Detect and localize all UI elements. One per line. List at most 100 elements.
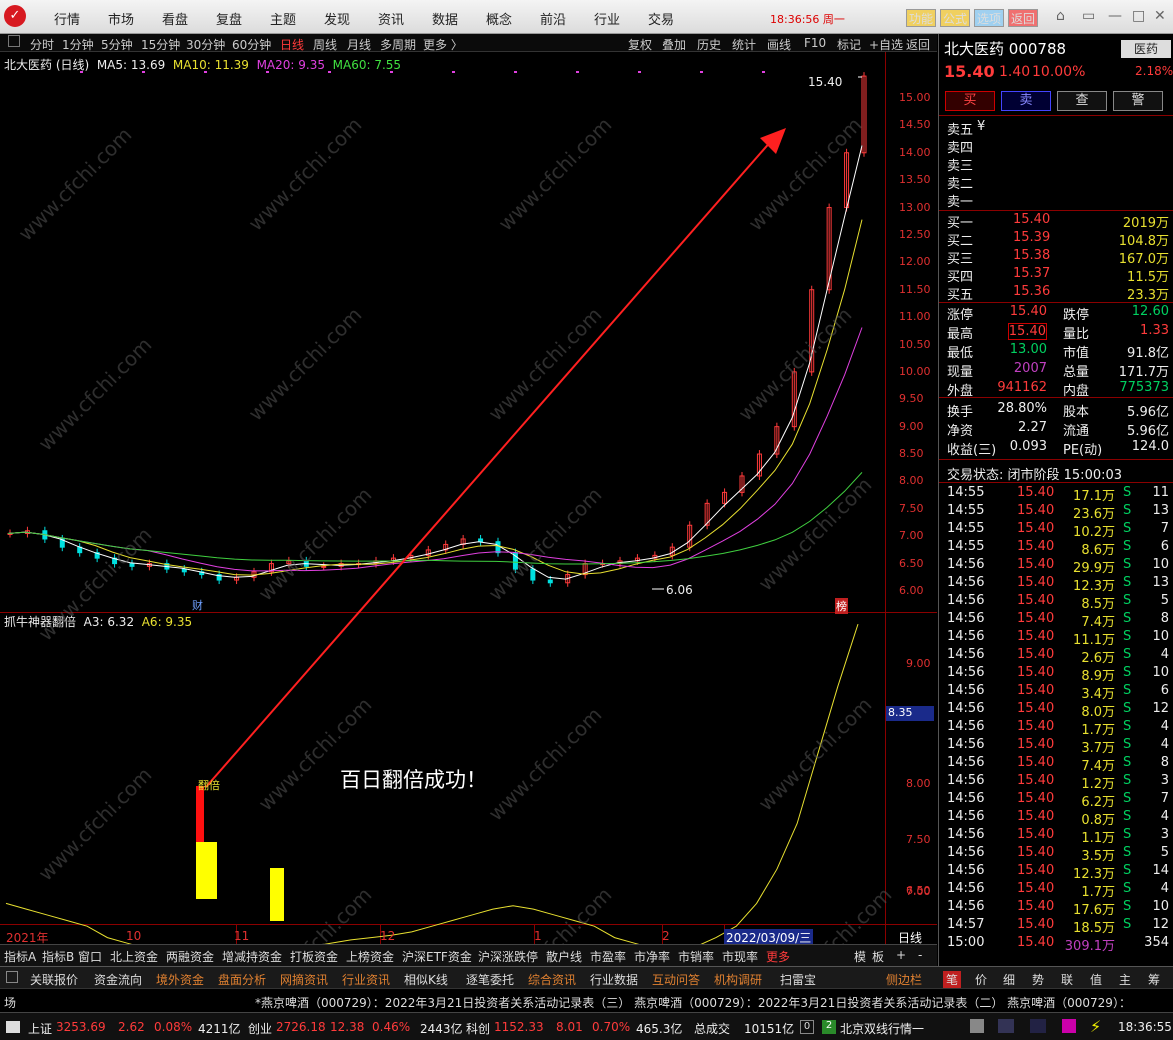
menu-item[interactable]: 行业 <box>594 9 620 28</box>
tool-1[interactable]: 叠加 <box>662 36 686 53</box>
info-tab-10[interactable]: 互动问答 <box>652 971 700 988</box>
period-0[interactable]: 分时 <box>30 36 54 53</box>
tab-right-1[interactable]: 板 <box>872 948 884 965</box>
tab-4[interactable]: 两融资金 <box>166 948 214 965</box>
tab-10[interactable]: 散户线 <box>546 948 582 965</box>
panel-tab-6[interactable]: 主 <box>1119 971 1131 988</box>
menu-item[interactable]: 复盘 <box>216 9 242 28</box>
tab-right-2[interactable]: + <box>896 948 906 962</box>
period-4[interactable]: 30分钟 <box>186 36 225 53</box>
period-10[interactable]: 更多 〉 <box>423 36 463 53</box>
tool-3[interactable]: 统计 <box>732 36 756 53</box>
menu-item[interactable]: 发现 <box>324 9 350 28</box>
info-tab-5[interactable]: 行业资讯 <box>342 971 390 988</box>
tab-7[interactable]: 上榜资金 <box>346 948 394 965</box>
menu-item[interactable]: 市场 <box>108 9 134 28</box>
doc-icon[interactable] <box>6 1021 20 1033</box>
tab-3[interactable]: 北上资金 <box>110 948 158 965</box>
info-tab-12[interactable]: 扫雷宝 <box>780 971 816 988</box>
menu-item[interactable]: 看盘 <box>162 9 188 28</box>
info-tab-9[interactable]: 行业数据 <box>590 971 638 988</box>
menu-item[interactable]: 资讯 <box>378 9 404 28</box>
sh-label[interactable]: 上证 <box>28 1020 52 1037</box>
tab-1[interactable]: 指标B <box>42 948 74 965</box>
kc-label[interactable]: 科创 <box>466 1020 490 1037</box>
tool-0[interactable]: 复权 <box>628 36 652 53</box>
tab-9[interactable]: 沪深涨跌停 <box>478 948 538 965</box>
menu-item[interactable]: 交易 <box>648 9 674 28</box>
tool-7[interactable]: +自选 <box>869 36 903 53</box>
tab-11[interactable]: 市盈率 <box>590 948 626 965</box>
ticker-text[interactable]: *燕京啤酒（000729）：2022年3月21日投资者关系活动记录表（三） 燕京… <box>255 994 1131 1011</box>
options-button[interactable]: 选项 <box>974 9 1005 27</box>
bid-row[interactable]: 买二 15.39 104.8万 <box>947 230 1169 249</box>
info-tab-6[interactable]: 相似K线 <box>404 971 448 988</box>
panel-tab-3[interactable]: 势 <box>1032 971 1044 988</box>
app-logo-icon[interactable]: ✓ <box>4 5 26 27</box>
collapse-icon[interactable] <box>8 35 20 47</box>
buy-button[interactable]: 买 <box>945 91 995 111</box>
tab-13[interactable]: 市销率 <box>678 948 714 965</box>
restore-icon[interactable]: ▭ <box>1082 8 1095 24</box>
panel-tab-1[interactable]: 价 <box>975 971 987 988</box>
panel-tab-4[interactable]: 联 <box>1061 971 1073 988</box>
menu-item[interactable]: 概念 <box>486 9 512 28</box>
tool-4[interactable]: 画线 <box>767 36 791 53</box>
info-tab-3[interactable]: 盘面分析 <box>218 971 266 988</box>
tab-8[interactable]: 沪深ETF资金 <box>402 948 472 965</box>
sidebar-toggle[interactable]: 侧边栏 <box>886 971 922 988</box>
info-tab-2[interactable]: 境外资金 <box>156 971 204 988</box>
sector-button[interactable]: 医药 <box>1121 40 1171 58</box>
tab-right-3[interactable]: - <box>918 948 922 962</box>
tab-5[interactable]: 增减持资金 <box>222 948 282 965</box>
panel-tab-2[interactable]: 细 <box>1003 971 1015 988</box>
panel-tab-0[interactable]: 笔 <box>943 971 962 988</box>
close-icon[interactable]: ✕ <box>1154 8 1166 24</box>
news-ticker[interactable]: 场 *燕京啤酒（000729）：2022年3月21日投资者关系活动记录表（三） … <box>0 988 1173 1012</box>
return-button[interactable]: 返回 <box>1008 9 1039 27</box>
cy-label[interactable]: 创业 <box>248 1020 272 1037</box>
tab-12[interactable]: 市净率 <box>634 948 670 965</box>
period-3[interactable]: 15分钟 <box>141 36 180 53</box>
tool-5[interactable]: F10 <box>804 36 826 50</box>
info-tab-8[interactable]: 综合资讯 <box>528 971 576 988</box>
panel-tab-5[interactable]: 值 <box>1090 971 1102 988</box>
chart-icon[interactable] <box>1030 1019 1046 1033</box>
bid-row[interactable]: 买五 15.36 23.3万 <box>947 284 1169 303</box>
period-8[interactable]: 月线 <box>347 36 371 53</box>
menu-item[interactable]: 主题 <box>270 9 296 28</box>
panel-toggle-icon[interactable] <box>6 971 18 983</box>
tab-6[interactable]: 打板资金 <box>290 948 338 965</box>
function-button[interactable]: 功能 <box>906 9 937 27</box>
tool-2[interactable]: 历史 <box>697 36 721 53</box>
region-label[interactable]: 北京双线行情一 <box>840 1020 924 1037</box>
screen-icon[interactable] <box>998 1019 1014 1033</box>
chart-area[interactable]: 北大医药 (日线) MA5: 13.69 MA10: 11.39 MA20: 9… <box>0 52 937 1005</box>
minimize-icon[interactable]: — <box>1108 8 1122 24</box>
volume-icon[interactable] <box>970 1019 984 1033</box>
tab-15[interactable]: 更多 <box>766 948 790 965</box>
bid-row[interactable]: 买四 15.37 11.5万 <box>947 266 1169 285</box>
counter-a[interactable]: 0 <box>800 1020 814 1034</box>
info-tab-0[interactable]: 关联报价 <box>30 971 78 988</box>
bid-row[interactable]: 买一 15.40 2019万 <box>947 212 1169 231</box>
list-marker[interactable]: 榜 <box>835 598 848 614</box>
info-tab-7[interactable]: 逐笔委托 <box>466 971 514 988</box>
menu-item[interactable]: 前沿 <box>540 9 566 28</box>
period-1[interactable]: 1分钟 <box>62 36 94 53</box>
period-5[interactable]: 60分钟 <box>232 36 271 53</box>
formula-button[interactable]: 公式 <box>940 9 971 27</box>
panel-tab-7[interactable]: 筹 <box>1148 971 1160 988</box>
maximize-icon[interactable]: □ <box>1132 8 1145 24</box>
period-2[interactable]: 5分钟 <box>101 36 133 53</box>
info-tab-4[interactable]: 网摘资讯 <box>280 971 328 988</box>
period-9[interactable]: 多周期 <box>380 36 416 53</box>
tab-right-0[interactable]: 模 <box>854 948 866 965</box>
counter-b[interactable]: 2 <box>822 1020 836 1034</box>
info-tab-11[interactable]: 机构调研 <box>714 971 762 988</box>
finance-marker[interactable]: 财 <box>192 597 203 613</box>
tab-14[interactable]: 市现率 <box>722 948 758 965</box>
tab-2[interactable]: 窗口 <box>78 948 102 965</box>
tab-0[interactable]: 指标A <box>4 948 36 965</box>
query-button[interactable]: 查 <box>1057 91 1107 111</box>
